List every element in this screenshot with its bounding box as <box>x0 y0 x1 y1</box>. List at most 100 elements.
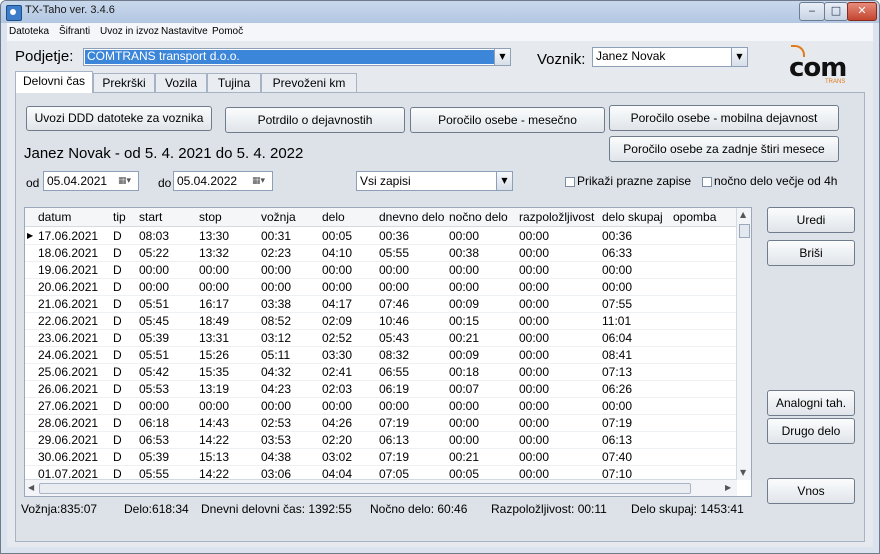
chevron-down-icon[interactable]: ▼ <box>496 172 512 190</box>
table-header: datum tip start stop vožnja delo dnevno … <box>25 208 737 227</box>
maximize-button[interactable]: □ <box>824 2 848 21</box>
scroll-down-icon[interactable]: ▼ <box>740 468 746 477</box>
show-empty-checkbox[interactable] <box>565 177 575 187</box>
tab-tujina[interactable]: Tujina <box>207 73 261 92</box>
cell-dnevno-delo: 05:43 <box>379 331 410 345</box>
column-header-razpolozljivost[interactable]: razpoložljivost <box>519 210 594 224</box>
table-row[interactable]: 21.06.2021 D 05:51 16:17 03:38 04:17 07:46 00:0… <box>25 295 737 313</box>
horizontal-scroll-thumb[interactable] <box>39 483 691 494</box>
import-ddd-button[interactable]: Uvozi DDD datoteke za voznika <box>26 106 212 131</box>
tab-prevozeni-km[interactable]: Prevoženi km <box>261 73 357 92</box>
horizontal-scrollbar[interactable]: ◀ ▶ <box>25 479 737 496</box>
delete-button[interactable]: Briši <box>767 240 855 266</box>
table-row[interactable]: 18.06.2021 D 05:22 13:32 02:23 04:10 05:55 00:3… <box>25 244 737 262</box>
column-header-datum[interactable]: datum <box>38 210 71 224</box>
cell-razpolozljivost: 00:00 <box>519 246 550 260</box>
table-row[interactable]: 24.06.2021 D 05:51 15:26 05:11 03:30 08:32 00:0… <box>25 346 737 364</box>
table-row[interactable]: 22.06.2021 D 05:45 18:49 08:52 02:09 10:46 00:1… <box>25 312 737 330</box>
cell-tip: D <box>113 246 122 260</box>
cell-delo-skupaj: 00:00 <box>602 280 633 294</box>
column-header-opomba[interactable]: opomba <box>673 210 716 224</box>
cell-dnevno-delo: 00:00 <box>379 263 410 277</box>
night-work-checkbox[interactable] <box>702 177 712 187</box>
date-from-value: 05.04.2021 <box>47 174 108 188</box>
company-label: Podjetje: <box>15 48 74 65</box>
date-from-picker[interactable]: 05.04.2021 ▦▾ <box>43 171 139 191</box>
last-four-months-report-button[interactable]: Poročilo osebe za zadnje štiri mesece <box>609 136 839 162</box>
table-row[interactable]: 19.06.2021 D 00:00 00:00 00:00 00:00 00:00 00:0… <box>25 261 737 279</box>
cell-voznja: 04:23 <box>261 382 292 396</box>
date-to-picker[interactable]: 05.04.2022 ▦▾ <box>173 171 273 191</box>
records-filter-select[interactable]: Vsi zapisi ▼ <box>356 171 513 191</box>
close-button[interactable]: ✕ <box>847 2 877 21</box>
cell-datum: 26.06.2021 <box>38 382 99 396</box>
app-icon <box>6 5 22 21</box>
scroll-left-icon[interactable]: ◀ <box>28 483 34 492</box>
vertical-scrollbar[interactable]: ▲ ▼ <box>736 208 751 480</box>
cell-tip: D <box>113 297 122 311</box>
cell-delo: 00:00 <box>322 263 353 277</box>
cell-razpolozljivost: 00:00 <box>519 433 550 447</box>
column-header-voznja[interactable]: vožnja <box>261 210 296 224</box>
cell-tip: D <box>113 229 122 243</box>
cell-voznja: 00:00 <box>261 399 292 413</box>
company-select[interactable]: COMTRANS transport d.o.o. ▼ <box>83 48 511 66</box>
cell-start: 05:42 <box>139 365 170 379</box>
cell-razpolozljivost: 00:00 <box>519 263 550 277</box>
table-row[interactable]: 28.06.2021 D 06:18 14:43 02:53 04:26 07:19 00:0… <box>25 414 737 432</box>
table-row[interactable]: 20.06.2021 D 00:00 00:00 00:00 00:00 00:00 00:0… <box>25 278 737 296</box>
table-row[interactable]: 26.06.2021 D 05:53 13:19 04:23 02:03 06:19 00:0… <box>25 380 737 398</box>
tab-delovni-cas[interactable]: Delovni čas <box>15 71 93 93</box>
mobile-activity-report-button[interactable]: Poročilo osebe - mobilna dejavnost <box>609 105 839 131</box>
title-bar[interactable]: TX-Taho ver. 3.4.6 ‒ □ ✕ <box>1 1 879 23</box>
total-driving: Vožnja:835:07 <box>21 502 98 516</box>
cell-tip: D <box>113 280 122 294</box>
menu-pomoc[interactable]: Pomoč <box>212 26 243 37</box>
column-header-start[interactable]: start <box>139 210 162 224</box>
column-header-dnevno-delo[interactable]: dnevno delo <box>379 210 444 224</box>
minimize-button[interactable]: ‒ <box>799 2 825 21</box>
cell-delo: 04:26 <box>322 416 353 430</box>
company-value: COMTRANS transport d.o.o. <box>87 49 240 63</box>
scroll-right-icon[interactable]: ▶ <box>725 483 731 492</box>
column-header-tip[interactable]: tip <box>113 210 126 224</box>
column-header-nocno-delo[interactable]: nočno delo <box>449 210 508 224</box>
activity-certificate-button[interactable]: Potrdilo o dejavnostih <box>225 107 405 133</box>
tab-vozila[interactable]: Vozila <box>155 73 207 92</box>
table-row[interactable]: 27.06.2021 D 00:00 00:00 00:00 00:00 00:00 00:0… <box>25 397 737 415</box>
column-header-delo[interactable]: delo <box>322 210 345 224</box>
working-time-table[interactable]: datum tip start stop vožnja delo dnevno … <box>24 207 752 497</box>
analog-tachograph-button[interactable]: Analogni tah. <box>767 390 855 416</box>
tab-prekrski[interactable]: Prekrški <box>93 73 155 92</box>
cell-tip: D <box>113 433 122 447</box>
column-header-stop[interactable]: stop <box>199 210 222 224</box>
column-header-delo-skupaj[interactable]: delo skupaj <box>602 210 663 224</box>
table-row[interactable]: 25.06.2021 D 05:42 15:35 04:32 02:41 06:55 00:1… <box>25 363 737 381</box>
table-row[interactable]: 23.06.2021 D 05:39 13:31 03:12 02:52 05:43 00:2… <box>25 329 737 347</box>
menu-uvoz-izvoz[interactable]: Uvoz in izvoz <box>100 26 159 37</box>
entry-button[interactable]: Vnos <box>767 478 855 504</box>
driver-label: Voznik: <box>537 51 586 68</box>
table-row[interactable]: ▶ 17.06.2021 D 08:03 13:30 00:31 00:05 00:36 00:… <box>25 227 737 245</box>
table-row[interactable]: 29.06.2021 D 06:53 14:22 03:53 02:20 06:13 00:0… <box>25 431 737 449</box>
calendar-dropdown-icon[interactable]: ▦▾ <box>252 174 270 188</box>
calendar-dropdown-icon[interactable]: ▦▾ <box>118 174 136 188</box>
scroll-up-icon[interactable]: ▲ <box>740 210 746 219</box>
chevron-down-icon[interactable]: ▼ <box>494 49 510 65</box>
cell-tip: D <box>113 263 122 277</box>
menu-nastavitve[interactable]: Nastavitve <box>161 26 208 37</box>
other-work-button[interactable]: Drugo delo <box>767 418 855 444</box>
chevron-down-icon[interactable]: ▼ <box>731 48 747 66</box>
period-title: Janez Novak - od 5. 4. 2021 do 5. 4. 202… <box>24 145 304 162</box>
cell-voznja: 00:31 <box>261 229 292 243</box>
driver-select[interactable]: Janez Novak ▼ <box>592 47 748 67</box>
cell-voznja: 02:23 <box>261 246 292 260</box>
monthly-report-button[interactable]: Poročilo osebe - mesečno <box>410 107 605 133</box>
menu-datoteka[interactable]: Datoteka <box>9 26 49 37</box>
edit-button[interactable]: Uredi <box>767 207 855 233</box>
cell-delo-skupaj: 07:13 <box>602 365 633 379</box>
table-row[interactable]: 30.06.2021 D 05:39 15:13 04:38 03:02 07:19 00:2… <box>25 448 737 466</box>
cell-start: 05:22 <box>139 246 170 260</box>
menu-sifranti[interactable]: Šifranti <box>59 26 90 37</box>
vertical-scroll-thumb[interactable] <box>739 224 750 238</box>
